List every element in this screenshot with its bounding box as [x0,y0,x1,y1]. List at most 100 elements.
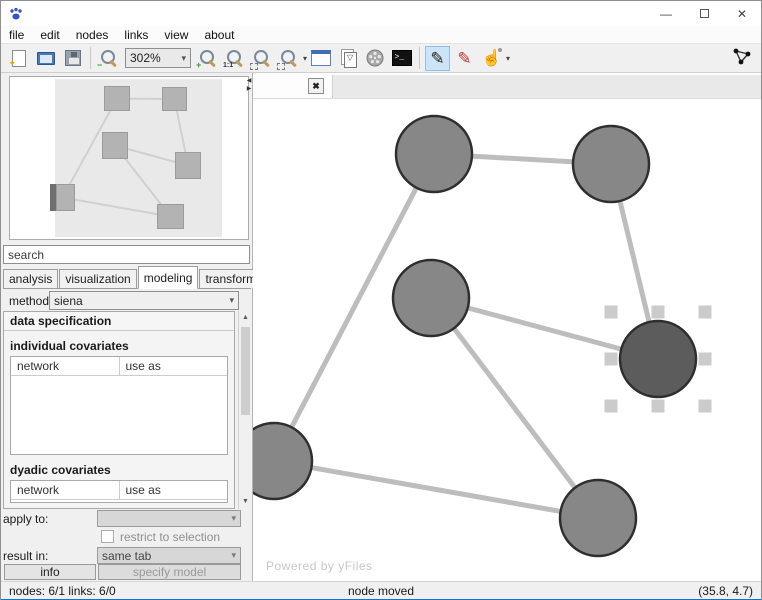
close-tab-button[interactable]: ✖ [308,78,324,94]
zoom-to-selection-button[interactable] [249,46,274,71]
copy-view-icon [339,49,357,68]
scrollbar-thumb[interactable] [241,327,250,415]
apply-to-row: apply to: ▾ [1,510,253,528]
zoom-in-button[interactable]: + [195,46,220,71]
selection-handle[interactable] [604,305,618,319]
selection-handle[interactable] [604,399,618,413]
chevron-down-icon: ▾ [229,295,234,305]
apply-to-combobox[interactable]: ▾ [97,510,241,527]
zoom-level-combobox[interactable]: 302% ▾ [125,48,191,68]
result-in-combobox[interactable]: same tab ▾ [97,547,241,564]
data-specification-header[interactable]: data specification [4,312,234,331]
close-button[interactable]: ✕ [723,1,761,26]
individual-covariates-table[interactable]: network use as [10,356,228,455]
menu-item-about[interactable]: about [196,28,242,42]
table-header-row: network use as [11,357,227,376]
scroll-up-arrow[interactable]: ▲ [239,311,252,325]
graph-edge-C-F[interactable] [429,296,600,520]
gesture-dropdown-arrow[interactable]: ▾ [506,54,510,63]
data-specification-section: data specification individual covariates… [3,311,235,509]
restrict-to-selection-checkbox[interactable] [101,530,114,543]
dyadic-covariates-title: dyadic covariates [10,463,111,477]
sidebar-buttons: info specify model [1,564,253,581]
table-header-row: network use as [11,481,227,500]
open-file-button[interactable] [33,46,58,71]
properties-button[interactable] [308,46,333,71]
open-folder-icon [36,51,55,65]
result-in-row: result in: same tab ▾ [1,547,253,565]
graph-node-C[interactable] [391,258,471,338]
selection-handle[interactable] [698,352,712,366]
selection-handle[interactable] [698,399,712,413]
info-button[interactable]: info [4,564,96,580]
canvas-tab-bar: ✖ [253,73,761,99]
zoom-out-button[interactable]: − [96,46,121,71]
tab-modeling[interactable]: modeling [137,266,199,289]
new-document-icon [9,49,26,69]
zoom-level-value: 302% [130,51,161,65]
console-icon: >_ [391,50,412,66]
fit-content-button[interactable] [276,46,301,71]
selection-handle[interactable] [651,399,665,413]
scroll-down-arrow[interactable]: ▼ [239,495,252,509]
column-header-network[interactable]: network [11,357,119,375]
graph-node-F[interactable] [558,478,638,558]
movie-export-button[interactable] [362,46,387,71]
dyadic-covariates-table[interactable]: network use as [10,480,228,503]
zoom-in-badge: + [196,59,202,70]
selection-handle[interactable] [651,305,665,319]
graph-node-D-selected[interactable] [618,319,698,399]
restrict-row: restrict to selection [1,529,253,545]
edit-mode-button[interactable]: ✎ [425,45,451,71]
method-combobox[interactable]: siena ▾ [49,291,239,310]
title-bar: — ✕ [1,1,761,26]
tab-analysis[interactable]: analysis [3,269,59,288]
sidebar-scrollbar[interactable]: ▲ ▼ [238,311,251,509]
overview-node-0 [104,86,130,111]
graph-edge-E-F[interactable] [273,458,599,521]
minimize-button[interactable]: — [647,1,685,26]
tab-visualization[interactable]: visualization [59,269,137,288]
document-tab[interactable] [332,75,761,98]
console-button[interactable]: >_ [389,46,414,71]
zoom-actual-size-button[interactable]: 1:1 [222,46,247,71]
chevron-down-icon: ▾ [231,550,236,560]
overview-node-2 [102,132,128,159]
graph-node-B[interactable] [571,124,651,204]
chevron-down-icon: ▾ [231,513,236,523]
graph-canvas[interactable]: Powered by yFiles [253,99,761,581]
result-in-label: result in: [3,549,49,563]
graph-logo-icon [733,48,751,64]
menu-item-nodes[interactable]: nodes [68,28,117,42]
column-header-use-as[interactable]: use as [118,357,228,375]
toolbar-separator [90,47,91,69]
search-input[interactable] [3,245,250,264]
menu-item-file[interactable]: file [1,28,32,42]
sidebar: ◀▶ analysis visualization modeling trans… [1,73,289,581]
gesture-tool-button[interactable]: ☝ [479,46,504,71]
panel-collapse-arrows[interactable]: ◀ ▶ [246,77,252,93]
menu-item-view[interactable]: view [156,28,196,42]
column-header-use-as[interactable]: use as [118,481,228,499]
table-body-empty [11,500,227,502]
overview-node-1 [162,87,187,111]
overview-node-4 [56,184,75,211]
specify-model-button[interactable]: specify model [98,564,241,580]
overview-edge [62,196,171,218]
chevron-down-icon: ▾ [181,52,186,63]
maximize-button[interactable] [685,1,723,26]
fit-content-dropdown-arrow[interactable]: ▾ [303,54,307,63]
new-document-button[interactable] [6,46,31,71]
graph-node-A[interactable] [394,114,474,194]
graph-node-E[interactable] [253,421,314,501]
red-pencil-icon: ✎ [457,48,472,68]
copy-view-button[interactable] [335,46,360,71]
column-header-network[interactable]: network [11,481,119,499]
save-button[interactable] [60,46,85,71]
menu-item-edit[interactable]: edit [32,28,67,42]
selection-handle[interactable] [698,305,712,319]
selection-handle[interactable] [604,352,618,366]
analysis-mode-button[interactable]: ✎ [452,46,477,71]
menu-item-links[interactable]: links [116,28,156,42]
save-floppy-icon [64,50,81,66]
